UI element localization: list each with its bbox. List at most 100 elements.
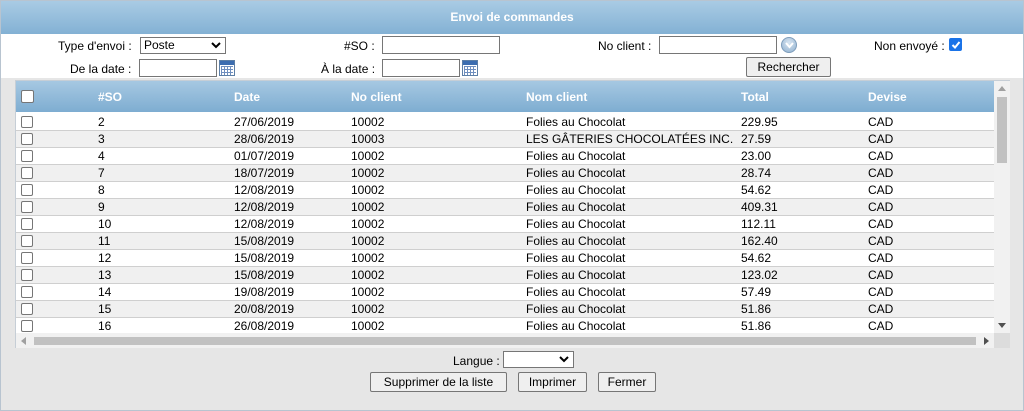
cell-so: 3 [98, 132, 105, 146]
search-button[interactable]: Rechercher [746, 57, 831, 77]
column-header-devise[interactable]: Devise [868, 90, 907, 104]
lookup-icon[interactable] [781, 37, 797, 53]
cell-no-client: 10002 [351, 149, 385, 163]
vertical-scroll-thumb[interactable] [997, 97, 1007, 163]
order-dispatch-window: Envoi de commandes Type d'envoi : Poste … [0, 0, 1024, 411]
table-row[interactable]: 4 01/07/2019 10002 Folies au Chocolat 23.00 C… [16, 148, 994, 165]
cell-date: 18/07/2019 [234, 166, 295, 180]
cell-nom-client: Folies au Chocolat [526, 234, 626, 248]
row-checkbox[interactable] [21, 133, 33, 145]
a-la-date-input[interactable] [382, 59, 460, 77]
so-input[interactable] [382, 36, 500, 54]
orders-grid: #SO Date No client Nom client Total Devi… [15, 80, 1010, 348]
table-row[interactable]: 11 15/08/2019 10002 Folies au Chocolat 162.4… [16, 233, 994, 250]
horizontal-scroll-thumb[interactable] [34, 337, 976, 345]
so-label: #SO : [344, 39, 375, 53]
calendar-icon[interactable] [462, 60, 478, 76]
close-button[interactable]: Fermer [598, 372, 656, 392]
row-checkbox[interactable] [21, 167, 33, 179]
print-button[interactable]: Imprimer [518, 372, 587, 392]
de-la-date-input[interactable] [139, 59, 217, 77]
cell-devise: CAD [868, 132, 894, 146]
cell-so: 12 [98, 251, 112, 265]
langue-select[interactable] [503, 351, 574, 368]
table-row[interactable]: 3 28/06/2019 10003 LES GÂTERIES CHOCOLATÉES… [16, 131, 994, 148]
cell-no-client: 10002 [351, 183, 385, 197]
row-checkbox[interactable] [21, 218, 33, 230]
cell-date: 15/08/2019 [234, 268, 295, 282]
cell-nom-client: Folies au Chocolat [526, 200, 626, 214]
table-row[interactable]: 13 15/08/2019 10002 Folies au Chocolat 123.0… [16, 267, 994, 284]
cell-nom-client: Folies au Chocolat [526, 251, 626, 265]
row-checkbox[interactable] [21, 184, 33, 196]
cell-total: 23.00 [741, 149, 772, 163]
table-row[interactable]: 2 27/06/2019 10002 Folies au Chocolat 229.95… [16, 114, 994, 131]
cell-total: 123.02 [741, 268, 778, 282]
cell-nom-client: Folies au Chocolat [526, 268, 626, 282]
row-checkbox[interactable] [21, 252, 33, 264]
cell-so: 8 [98, 183, 105, 197]
cell-so: 13 [98, 268, 112, 282]
table-row[interactable]: 10 12/08/2019 10002 Folies au Chocolat 112.1… [16, 216, 994, 233]
window-title: Envoi de commandes [1, 1, 1023, 34]
scroll-up-icon[interactable] [998, 86, 1006, 91]
de-la-date-label: De la date : [70, 62, 132, 76]
horizontal-scrollbar[interactable] [16, 333, 994, 348]
row-checkbox[interactable] [21, 201, 33, 213]
scroll-left-icon[interactable] [21, 337, 26, 345]
type-envoi-value: Poste [144, 38, 175, 52]
cell-no-client: 10002 [351, 166, 385, 180]
vertical-scrollbar[interactable] [994, 81, 1010, 333]
cell-devise: CAD [868, 166, 894, 180]
cell-date: 12/08/2019 [234, 217, 295, 231]
cell-nom-client: Folies au Chocolat [526, 183, 626, 197]
table-row[interactable]: 15 20/08/2019 10002 Folies au Chocolat 51.86… [16, 301, 994, 318]
cell-devise: CAD [868, 268, 894, 282]
cell-nom-client: Folies au Chocolat [526, 166, 626, 180]
cell-nom-client: Folies au Chocolat [526, 115, 626, 129]
column-header-no-client[interactable]: No client [351, 90, 402, 104]
scroll-corner [994, 333, 1010, 348]
table-row[interactable]: 12 15/08/2019 10002 Folies au Chocolat 54.62… [16, 250, 994, 267]
table-row[interactable]: 14 19/08/2019 10002 Folies au Chocolat 57.49… [16, 284, 994, 301]
table-row[interactable]: 8 12/08/2019 10002 Folies au Chocolat 54.62 C… [16, 182, 994, 199]
select-all-checkbox[interactable] [21, 90, 34, 103]
cell-date: 12/08/2019 [234, 200, 295, 214]
column-header-total[interactable]: Total [741, 90, 769, 104]
cell-devise: CAD [868, 251, 894, 265]
table-row[interactable]: 9 12/08/2019 10002 Folies au Chocolat 409.31… [16, 199, 994, 216]
type-envoi-select[interactable]: Poste [140, 37, 226, 54]
column-header-so[interactable]: #SO [98, 90, 122, 104]
cell-so: 4 [98, 149, 105, 163]
table-header: #SO Date No client Nom client Total Devi… [16, 81, 994, 112]
row-checkbox[interactable] [21, 286, 33, 298]
cell-no-client: 10002 [351, 268, 385, 282]
cell-nom-client: Folies au Chocolat [526, 149, 626, 163]
column-header-date[interactable]: Date [234, 90, 260, 104]
cell-total: 229.95 [741, 115, 778, 129]
cell-no-client: 10002 [351, 319, 385, 333]
column-header-nom-client[interactable]: Nom client [526, 90, 587, 104]
table-row[interactable]: 7 18/07/2019 10002 Folies au Chocolat 28.74 C… [16, 165, 994, 182]
calendar-icon[interactable] [219, 60, 235, 76]
cell-devise: CAD [868, 302, 894, 316]
row-checkbox[interactable] [21, 235, 33, 247]
scroll-down-icon[interactable] [998, 323, 1006, 328]
cell-no-client: 10002 [351, 251, 385, 265]
cell-no-client: 10002 [351, 234, 385, 248]
row-checkbox[interactable] [21, 303, 33, 315]
cell-devise: CAD [868, 234, 894, 248]
row-checkbox[interactable] [21, 150, 33, 162]
cell-total: 27.59 [741, 132, 772, 146]
row-checkbox[interactable] [21, 320, 33, 332]
row-checkbox[interactable] [21, 269, 33, 281]
table-row[interactable]: 16 26/08/2019 10002 Folies au Chocolat 51.86… [16, 318, 994, 333]
row-checkbox[interactable] [21, 116, 33, 128]
cell-date: 26/08/2019 [234, 319, 295, 333]
cell-date: 20/08/2019 [234, 302, 295, 316]
delete-from-list-button[interactable]: Supprimer de la liste [370, 372, 507, 392]
scroll-right-icon[interactable] [984, 337, 989, 345]
no-client-input[interactable] [659, 36, 777, 54]
cell-so: 9 [98, 200, 105, 214]
non-envoye-checkbox[interactable] [949, 38, 962, 51]
